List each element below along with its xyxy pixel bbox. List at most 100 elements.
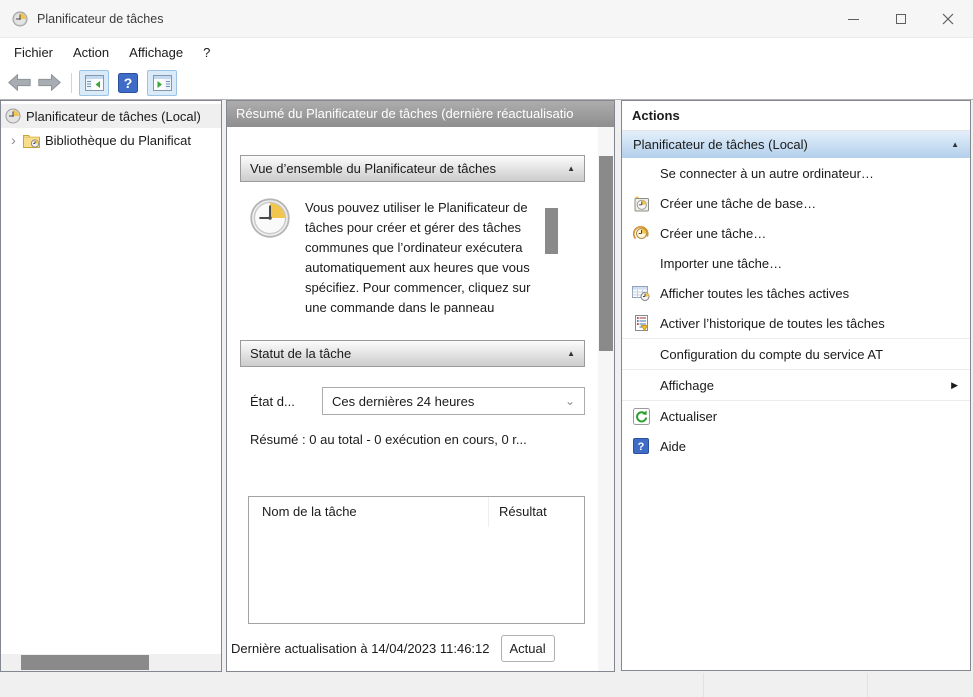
svg-text:?: ? bbox=[638, 441, 645, 453]
action-item-label: Créer une tâche… bbox=[660, 226, 766, 241]
action-item-label: Aide bbox=[660, 439, 686, 454]
scrollbar-thumb[interactable] bbox=[21, 655, 149, 670]
menu-help[interactable]: ? bbox=[193, 45, 220, 60]
empty-icon-slot bbox=[631, 344, 651, 364]
maximize-icon bbox=[896, 14, 906, 24]
refresh-button[interactable]: Actual bbox=[501, 635, 555, 662]
overview-text: Vous pouvez utiliser le Planificateur de… bbox=[305, 198, 533, 326]
action-enable-task-history[interactable]: Activer l’historique de toutes les tâche… bbox=[622, 308, 970, 338]
toolbar: ? bbox=[0, 66, 973, 100]
summary-content: Vue d’ensemble du Planificateur de tâche… bbox=[240, 127, 585, 671]
column-result[interactable]: Résultat bbox=[489, 497, 584, 527]
create-basic-task-icon bbox=[631, 193, 651, 213]
action-affichage[interactable]: Affichage ▶ bbox=[622, 370, 970, 400]
action-connect-other-computer[interactable]: Se connecter à un autre ordinateur… bbox=[622, 158, 970, 188]
menu-action[interactable]: Action bbox=[63, 45, 119, 60]
task-history-icon bbox=[631, 313, 651, 333]
action-pane-icon bbox=[153, 75, 172, 91]
horizontal-scrollbar[interactable] bbox=[1, 654, 221, 671]
back-button[interactable] bbox=[8, 74, 31, 91]
scrollbar-thumb[interactable] bbox=[599, 156, 613, 351]
show-action-pane-button[interactable] bbox=[147, 70, 177, 96]
empty-icon-slot bbox=[631, 375, 651, 395]
title-bar: Planificateur de tâches bbox=[0, 0, 973, 38]
last-refresh-text: Dernière actualisation à 14/04/2023 11:4… bbox=[231, 641, 490, 656]
forward-button[interactable] bbox=[38, 74, 61, 91]
minimize-icon bbox=[848, 19, 859, 20]
clock-illustration-icon bbox=[250, 198, 290, 326]
period-dropdown[interactable]: Ces dernières 24 heures ⌄ bbox=[322, 387, 585, 415]
action-item-label: Afficher toutes les tâches actives bbox=[660, 286, 849, 301]
help-icon: ? bbox=[118, 73, 138, 93]
empty-icon-slot bbox=[631, 253, 651, 273]
back-arrow-icon bbox=[8, 74, 31, 91]
forward-arrow-icon bbox=[38, 74, 61, 91]
refresh-icon bbox=[631, 406, 651, 426]
collapse-up-icon[interactable]: ▲ bbox=[951, 140, 959, 149]
status-bar-separator bbox=[867, 673, 868, 697]
action-show-active-tasks[interactable]: Afficher toutes les tâches actives bbox=[622, 278, 970, 308]
help-icon: ? bbox=[631, 436, 651, 456]
tree-item-task-scheduler-local[interactable]: Planificateur de tâches (Local) bbox=[1, 104, 221, 128]
action-item-label: Se connecter à un autre ordinateur… bbox=[660, 166, 874, 181]
svg-text:?: ? bbox=[124, 75, 133, 91]
task-summary-line: Résumé : 0 au total - 0 exécution en cou… bbox=[250, 432, 585, 447]
column-task-name[interactable]: Nom de la tâche bbox=[249, 497, 489, 527]
summary-footer: Dernière actualisation à 14/04/2023 11:4… bbox=[231, 635, 600, 662]
action-create-basic-task[interactable]: Créer une tâche de base… bbox=[622, 188, 970, 218]
action-item-label: Configuration du compte du service AT bbox=[660, 347, 883, 362]
summary-panel: Résumé du Planificateur de tâches (derni… bbox=[226, 100, 615, 672]
action-actualiser[interactable]: Actualiser bbox=[622, 401, 970, 431]
action-create-task[interactable]: Créer une tâche… bbox=[622, 218, 970, 248]
toolbar-help-button[interactable]: ? bbox=[113, 70, 143, 96]
app-clock-icon bbox=[5, 108, 21, 124]
task-status-section-title: Statut de la tâche bbox=[250, 346, 351, 361]
action-aide[interactable]: ? Aide bbox=[622, 431, 970, 461]
submenu-arrow-icon: ▶ bbox=[951, 380, 958, 391]
console-tree-icon bbox=[85, 75, 104, 91]
minimize-button[interactable] bbox=[830, 0, 877, 38]
menu-fichier[interactable]: Fichier bbox=[4, 45, 63, 60]
console-tree-panel: Planificateur de tâches (Local) › Biblio… bbox=[0, 100, 222, 672]
task-status-section-header[interactable]: Statut de la tâche ▲ bbox=[240, 340, 585, 367]
overview-section-header[interactable]: Vue d’ensemble du Planificateur de tâche… bbox=[240, 155, 585, 182]
overview-body: Vous pouvez utiliser le Planificateur de… bbox=[250, 198, 585, 326]
menu-affichage[interactable]: Affichage bbox=[119, 45, 193, 60]
window-title: Planificateur de tâches bbox=[37, 12, 163, 26]
active-tasks-table-icon bbox=[631, 283, 651, 303]
action-at-service-account-config[interactable]: Configuration du compte du service AT bbox=[622, 339, 970, 369]
action-item-label: Importer une tâche… bbox=[660, 256, 782, 271]
task-state-row: État d... Ces dernières 24 heures ⌄ bbox=[250, 387, 585, 415]
create-task-icon bbox=[631, 223, 651, 243]
menu-bar: Fichier Action Affichage ? bbox=[0, 38, 973, 66]
chevron-down-icon: ⌄ bbox=[565, 394, 575, 408]
tree-item-task-scheduler-library[interactable]: › Bibliothèque du Planificat bbox=[1, 128, 221, 152]
collapse-up-icon[interactable]: ▲ bbox=[567, 349, 575, 358]
task-table-header: Nom de la tâche Résultat bbox=[249, 497, 584, 527]
summary-panel-header: Résumé du Planificateur de tâches (derni… bbox=[227, 101, 614, 127]
empty-icon-slot bbox=[631, 163, 651, 183]
period-dropdown-value: Ces dernières 24 heures bbox=[332, 394, 474, 409]
actions-group-title: Planificateur de tâches (Local) bbox=[633, 137, 808, 152]
toolbar-separator bbox=[71, 73, 72, 93]
task-table: Nom de la tâche Résultat bbox=[248, 496, 585, 624]
overview-scrollbar-thumb[interactable] bbox=[545, 208, 558, 254]
overview-section-title: Vue d’ensemble du Planificateur de tâche… bbox=[250, 161, 496, 176]
tree-item-label: Bibliothèque du Planificat bbox=[45, 133, 191, 148]
vertical-scrollbar[interactable] bbox=[598, 127, 614, 671]
action-import-task[interactable]: Importer une tâche… bbox=[622, 248, 970, 278]
chevron-right-icon[interactable]: › bbox=[7, 133, 20, 147]
show-console-tree-button[interactable] bbox=[79, 70, 109, 96]
caption-buttons bbox=[830, 0, 971, 38]
status-bar-separator bbox=[703, 673, 704, 697]
maximize-button[interactable] bbox=[877, 0, 924, 38]
close-button[interactable] bbox=[924, 0, 971, 38]
action-item-label: Actualiser bbox=[660, 409, 717, 424]
action-item-label: Créer une tâche de base… bbox=[660, 196, 816, 211]
actions-panel-title: Actions bbox=[622, 101, 970, 131]
folder-clock-icon bbox=[23, 133, 40, 148]
actions-group-header[interactable]: Planificateur de tâches (Local) ▲ bbox=[622, 131, 970, 158]
task-state-label: État d... bbox=[250, 394, 322, 409]
action-item-label: Affichage bbox=[660, 378, 714, 393]
collapse-up-icon[interactable]: ▲ bbox=[567, 164, 575, 173]
